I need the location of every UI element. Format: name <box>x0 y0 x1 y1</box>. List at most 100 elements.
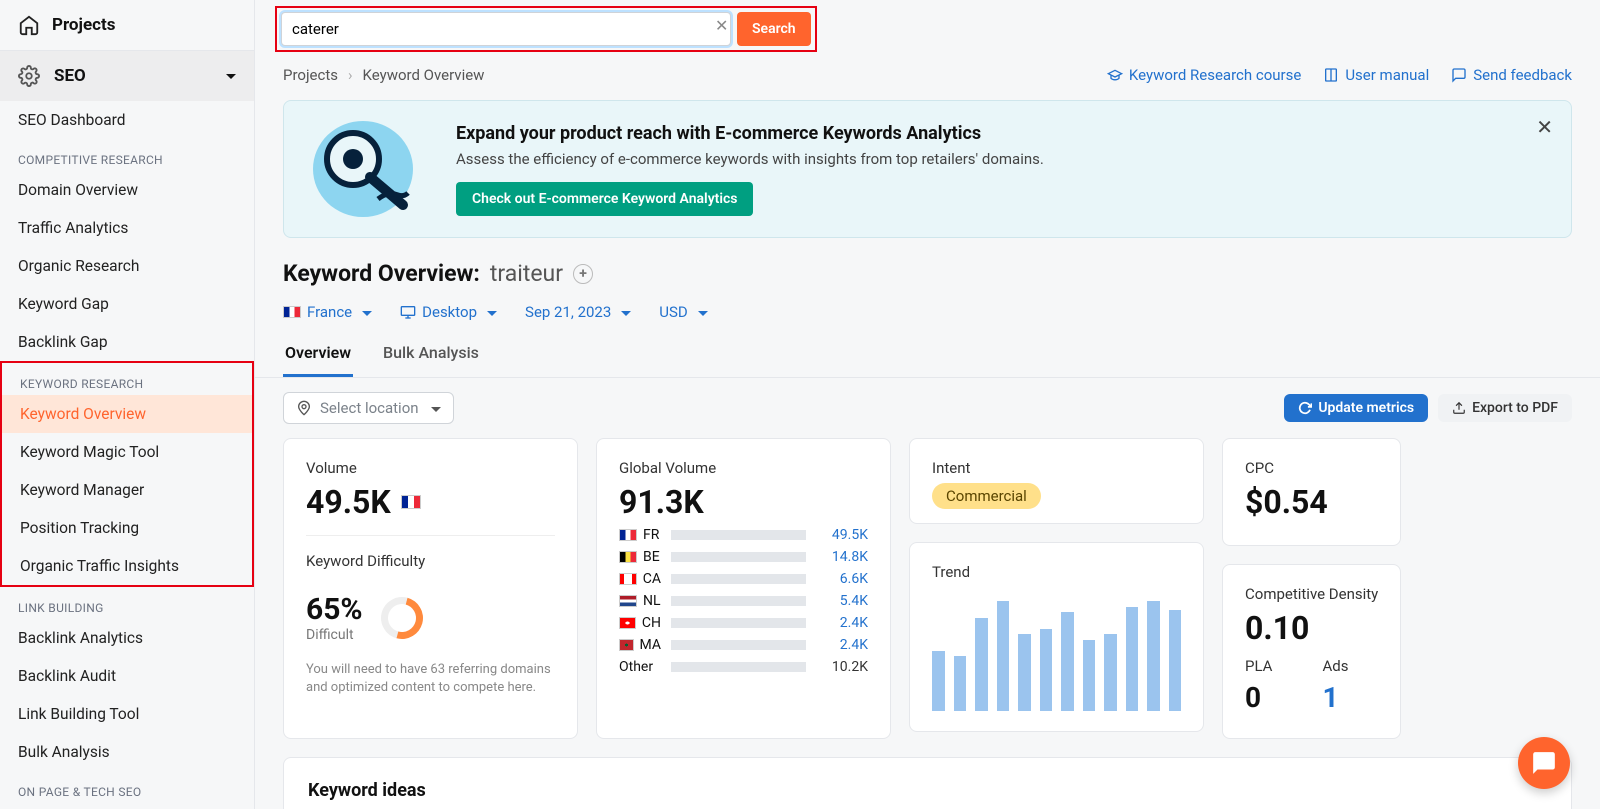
kd-note: You will need to have 63 referring domai… <box>306 661 555 697</box>
trend-bar <box>1104 634 1117 711</box>
flag-nl-icon <box>619 595 637 607</box>
gv-value: 91.3K <box>619 483 704 521</box>
home-icon <box>18 14 40 36</box>
link-user-manual[interactable]: User manual <box>1323 66 1429 84</box>
banner-desc: Assess the efficiency of e-commerce keyw… <box>456 150 1044 168</box>
magnifier-illustration-icon <box>308 119 428 219</box>
flag-ch-icon <box>619 617 636 629</box>
pla-label: PLA <box>1245 657 1272 675</box>
sidebar-item-backlink-gap[interactable]: Backlink Gap <box>0 323 254 361</box>
filter-country[interactable]: France <box>283 303 372 321</box>
trend-label: Trend <box>932 563 1181 581</box>
banner-cta-button[interactable]: Check out E-commerce Keyword Analytics <box>456 182 753 216</box>
trend-chart <box>932 601 1181 711</box>
desktop-icon <box>400 304 416 320</box>
breadcrumb: Projects › Keyword Overview <box>283 66 484 84</box>
volume-value: 49.5K <box>306 483 391 521</box>
kd-value: 65% <box>306 592 363 627</box>
search-button[interactable]: Search <box>737 12 811 46</box>
trend-bar <box>1083 640 1096 712</box>
sidebar-projects[interactable]: Projects <box>0 0 254 51</box>
search-highlight-box: ✕ Search <box>275 6 817 52</box>
filter-currency[interactable]: USD <box>659 303 707 321</box>
chat-icon <box>1451 67 1467 83</box>
trend-bar <box>1169 610 1182 711</box>
tabs: Overview Bulk Analysis <box>255 331 1600 378</box>
close-icon[interactable]: ✕ <box>1536 115 1553 139</box>
intent-label: Intent <box>932 459 1181 477</box>
card-global-volume: Global Volume 91.3K FR 49.5KBE 14.8KCA 6… <box>596 438 891 739</box>
select-location[interactable]: Select location <box>283 392 454 424</box>
sidebar-item-position-tracking[interactable]: Position Tracking <box>2 509 252 547</box>
sidebar-item-traffic-analytics[interactable]: Traffic Analytics <box>0 209 254 247</box>
gear-icon <box>18 65 40 87</box>
gv-row-nl: NL 5.4K <box>619 593 868 609</box>
sidebar-seo-dashboard[interactable]: SEO Dashboard <box>0 101 254 139</box>
flag-fr-icon <box>619 529 637 541</box>
book-icon <box>1323 67 1339 83</box>
filter-date[interactable]: Sep 21, 2023 <box>525 303 631 321</box>
density-value: 0.10 <box>1245 609 1309 647</box>
gv-row-be: BE 14.8K <box>619 549 868 565</box>
trend-bar <box>1126 607 1139 712</box>
projects-label: Projects <box>52 15 115 35</box>
clear-icon[interactable]: ✕ <box>715 16 728 35</box>
ideas-title: Keyword ideas <box>308 780 1547 801</box>
sidebar-item-domain-overview[interactable]: Domain Overview <box>0 171 254 209</box>
trend-bar <box>1018 634 1031 711</box>
add-keyword-icon[interactable]: + <box>573 264 593 284</box>
trend-bar <box>975 618 988 712</box>
tab-bulk-analysis[interactable]: Bulk Analysis <box>381 331 481 377</box>
chevron-down-icon <box>222 66 236 86</box>
export-pdf-button[interactable]: Export to PDF <box>1438 394 1572 422</box>
top-links: Keyword Research course User manual Send… <box>1107 66 1572 84</box>
flag-fr-icon <box>401 495 421 509</box>
trend-bar <box>1147 601 1160 711</box>
sidebar-heading: KEYWORD RESEARCH <box>2 363 252 395</box>
filter-device[interactable]: Desktop <box>400 303 497 321</box>
link-research-course[interactable]: Keyword Research course <box>1107 66 1301 84</box>
refresh-icon <box>1298 401 1312 415</box>
sidebar-item-keyword-magic-tool[interactable]: Keyword Magic Tool <box>2 433 252 471</box>
sidebar-item-keyword-overview[interactable]: Keyword Overview <box>2 395 252 433</box>
sidebar-heading: COMPETITIVE RESEARCH <box>0 139 254 171</box>
link-send-feedback[interactable]: Send feedback <box>1451 66 1572 84</box>
export-icon <box>1452 401 1466 415</box>
sidebar-item-organic-research[interactable]: Organic Research <box>0 247 254 285</box>
card-volume: Volume 49.5K Keyword Difficulty 65% Diff… <box>283 438 578 739</box>
seo-label: SEO <box>54 66 86 86</box>
sidebar-item-site-audit[interactable]: Site Audit <box>0 803 254 809</box>
search-input[interactable] <box>281 12 731 46</box>
sidebar-item-keyword-manager[interactable]: Keyword Manager <box>2 471 252 509</box>
kd-sublabel: Difficult <box>306 627 363 643</box>
gv-row-ma: MA 2.4K <box>619 637 868 653</box>
sidebar-item-bulk-analysis[interactable]: Bulk Analysis <box>0 733 254 771</box>
sidebar-item-link-building-tool[interactable]: Link Building Tool <box>0 695 254 733</box>
page-title: Keyword Overview: traiteur + <box>283 260 593 287</box>
trend-bar <box>954 656 967 711</box>
crumb-projects[interactable]: Projects <box>283 66 338 84</box>
chat-widget[interactable] <box>1518 737 1570 789</box>
sidebar-seo[interactable]: SEO <box>0 51 254 101</box>
cpc-value: $0.54 <box>1245 483 1328 521</box>
update-metrics-button[interactable]: Update metrics <box>1284 394 1428 422</box>
ads-value: 1 <box>1322 681 1338 714</box>
chat-icon <box>1531 750 1557 776</box>
trend-bar <box>932 651 945 712</box>
search-row: ✕ Search <box>255 0 1600 58</box>
card-trend: Trend <box>909 542 1204 732</box>
flag-fr-icon <box>283 306 301 318</box>
card-cpc: CPC $0.54 <box>1222 438 1401 546</box>
main: ✕ Search Projects › Keyword Overview Key… <box>255 0 1600 809</box>
promo-banner: Expand your product reach with E-commerc… <box>283 100 1572 238</box>
sidebar-item-backlink-analytics[interactable]: Backlink Analytics <box>0 619 254 657</box>
trend-bar <box>997 601 1010 711</box>
keyword-value: traiteur <box>490 260 563 287</box>
sidebar-item-organic-traffic-insights[interactable]: Organic Traffic Insights <box>2 547 252 585</box>
flag-ma-icon <box>619 639 634 651</box>
pla-value: 0 <box>1245 681 1261 714</box>
sidebar-item-backlink-audit[interactable]: Backlink Audit <box>0 657 254 695</box>
sidebar-item-keyword-gap[interactable]: Keyword Gap <box>0 285 254 323</box>
tab-overview[interactable]: Overview <box>283 331 353 377</box>
gv-row-other: Other 10.2K <box>619 659 868 675</box>
